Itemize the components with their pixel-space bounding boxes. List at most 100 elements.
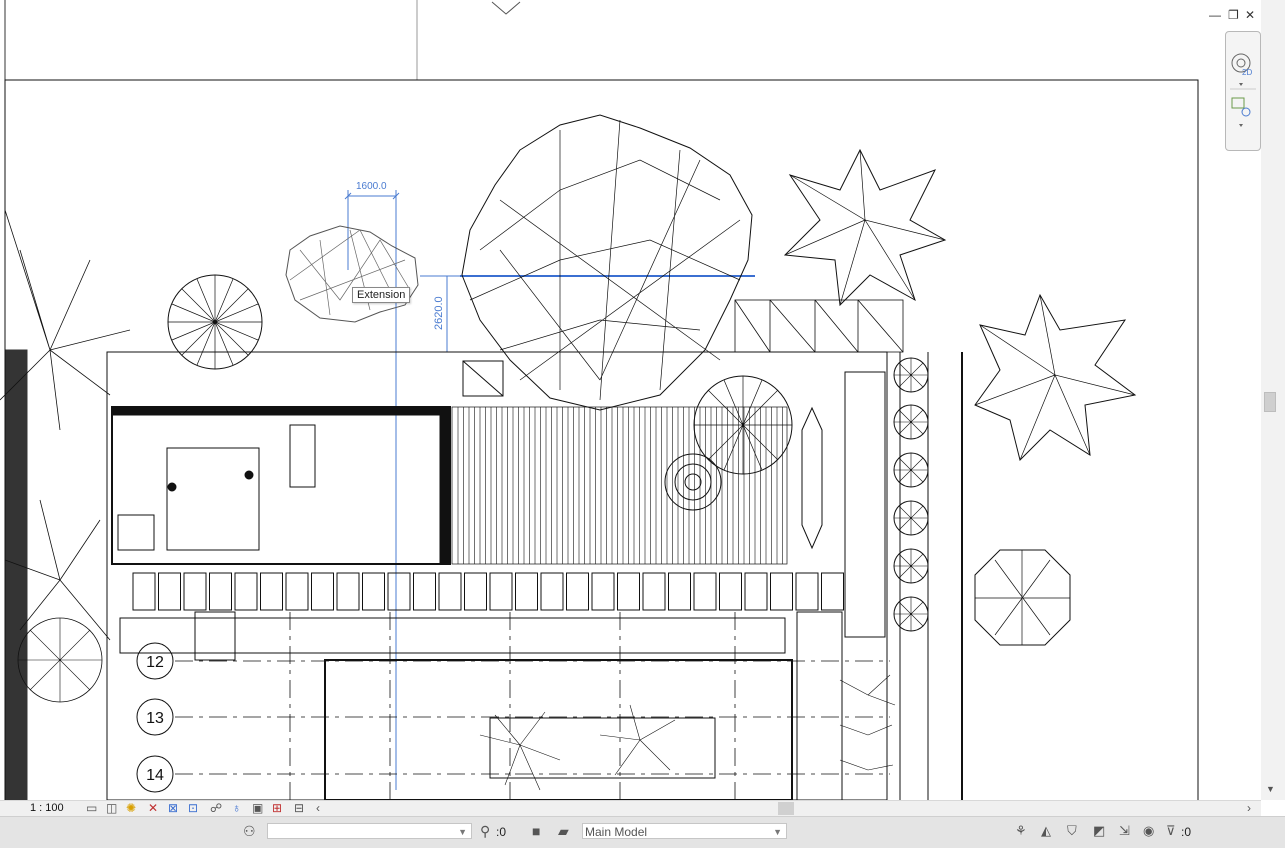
- fire-pit: [664, 453, 722, 511]
- paving-slab: [336, 572, 360, 611]
- walkway: [119, 617, 786, 654]
- restore-icon[interactable]: ❐: [1228, 8, 1239, 22]
- tree-round-1: [167, 274, 263, 370]
- drawing-viewport[interactable]: 1600.0 2620.0 12 13 14 Extension — ❐ ✕ 2…: [0, 0, 1285, 800]
- paving-slab: [770, 572, 793, 611]
- bed: [166, 447, 260, 551]
- column-shrub-detail: [894, 549, 928, 583]
- paving-slab: [183, 572, 207, 611]
- temporary-hide-icon[interactable]: ☍: [210, 801, 222, 815]
- vertical-scrollbar[interactable]: ▼: [1261, 0, 1285, 800]
- pool: [324, 659, 793, 800]
- filter-icon[interactable]: ⊽: [1166, 824, 1176, 838]
- design-option-value: Main Model: [585, 825, 648, 839]
- minimize-icon[interactable]: —: [1209, 8, 1221, 22]
- horizontal-scroll-thumb[interactable]: [778, 802, 794, 815]
- paving-slab: [438, 572, 462, 611]
- zoom-icon: [1231, 97, 1245, 109]
- workset-combo[interactable]: ▼: [267, 823, 472, 839]
- paving-slab: [362, 572, 385, 611]
- grid-lines: [175, 612, 890, 800]
- site-plan-drawing[interactable]: 1600.0 2620.0 12 13 14: [0, 0, 1261, 800]
- design-options-icon[interactable]: ■: [532, 824, 540, 838]
- paving-slab: [566, 572, 589, 611]
- building-room: [111, 406, 451, 565]
- column-shrub-detail: [894, 501, 928, 535]
- paving-slab: [158, 572, 181, 611]
- editable-only-icon[interactable]: ⚲: [480, 824, 490, 838]
- chevron-down-icon: ▼: [773, 827, 782, 837]
- hedge: [4, 349, 28, 800]
- scroll-right-icon[interactable]: ›: [1247, 801, 1251, 815]
- close-icon[interactable]: ✕: [1245, 8, 1255, 22]
- paving-row: [132, 572, 844, 611]
- show-crop-icon[interactable]: ⊡: [188, 801, 198, 815]
- paving-slab: [260, 572, 283, 611]
- paving-slab: [795, 572, 819, 611]
- paving-slab: [617, 572, 640, 611]
- chevron-down-icon: ▼: [458, 827, 467, 837]
- detail-level-icon[interactable]: ▭: [86, 801, 97, 815]
- exclude-options-icon[interactable]: ▰: [558, 824, 569, 838]
- select-by-face-icon[interactable]: ◩: [1093, 824, 1105, 838]
- worksets-icon[interactable]: ⚇: [243, 824, 256, 838]
- extension-tooltip: Extension: [352, 287, 411, 303]
- palm-shrubs: [479, 674, 896, 791]
- grid-label-14: 14: [146, 767, 164, 784]
- paving-slab: [387, 572, 411, 611]
- large-boulder: [461, 114, 753, 411]
- vertical-scroll-thumb[interactable]: [1264, 392, 1276, 412]
- navbar-2d-label: 2D: [1242, 68, 1253, 77]
- paving-slab: [515, 572, 538, 611]
- collapse-chevron-icon: [491, 1, 521, 15]
- design-option-combo[interactable]: Main Model ▼: [582, 823, 787, 839]
- column-shrub-detail: [894, 405, 928, 439]
- grid-label-13: 13: [146, 710, 164, 727]
- shrub-star-1: [783, 148, 947, 307]
- sun-path-icon[interactable]: ✺: [126, 801, 136, 815]
- constraints-icon[interactable]: ⊟: [294, 801, 304, 815]
- paving-slab: [489, 572, 513, 611]
- column-shrub-detail: [894, 358, 928, 392]
- paving-slab: [311, 572, 334, 611]
- dimension-2620-text: 2620.0: [433, 296, 445, 330]
- bench: [801, 406, 823, 550]
- reveal-hidden-icon[interactable]: ♁: [232, 801, 241, 815]
- steering-wheel-icon[interactable]: [1226, 32, 1260, 150]
- analytical-model-icon[interactable]: ⊞: [272, 801, 282, 815]
- visual-style-icon[interactable]: ◫: [106, 801, 117, 815]
- paving-slab: [693, 572, 717, 611]
- planters-top: [734, 299, 904, 353]
- background-process-icon[interactable]: ◉: [1143, 824, 1154, 838]
- select-pinned-icon[interactable]: ⛉: [1067, 824, 1077, 838]
- tree-octagon: [974, 549, 1071, 646]
- selection-count: :0: [496, 825, 507, 839]
- select-links-icon[interactable]: ⚘: [1015, 824, 1027, 838]
- paving-slab: [132, 572, 156, 611]
- crop-view-icon[interactable]: ⊠: [168, 801, 178, 815]
- paving-slab: [413, 572, 436, 611]
- drag-elements-icon[interactable]: ⇲: [1119, 824, 1130, 838]
- dimension-1600-text: 1600.0: [356, 181, 387, 192]
- temporary-view-icon[interactable]: ▣: [252, 801, 263, 815]
- filter-count: :0: [1181, 825, 1192, 839]
- view-scale[interactable]: 1 : 100: [30, 802, 64, 814]
- paving-slab: [668, 572, 691, 611]
- shadows-icon[interactable]: ✕: [148, 801, 158, 815]
- column-shrub-detail: [894, 453, 928, 487]
- small-boulder: [285, 225, 419, 323]
- paving-slab: [719, 572, 742, 611]
- paving-slab: [234, 572, 258, 611]
- status-bar: ⚇ ▼ ⚲ :0 ■ ▰ Main Model ▼ ⚘ ◭ ⛉ ◩ ⇲ ◉ ⊽ …: [0, 816, 1285, 848]
- scroll-left-icon[interactable]: ‹: [316, 801, 320, 815]
- paving-slab: [744, 572, 768, 611]
- select-underlay-icon[interactable]: ◭: [1041, 824, 1051, 838]
- crop-region: [4, 79, 1199, 800]
- shrub-star-2: [974, 293, 1137, 461]
- column-shrub-detail: [894, 597, 928, 631]
- shrub-column: [893, 357, 929, 632]
- paving-slab: [642, 572, 666, 611]
- scroll-down-icon[interactable]: ▼: [1266, 784, 1275, 794]
- navigation-bar: 2D: [1225, 31, 1261, 151]
- paving-slab: [285, 572, 309, 611]
